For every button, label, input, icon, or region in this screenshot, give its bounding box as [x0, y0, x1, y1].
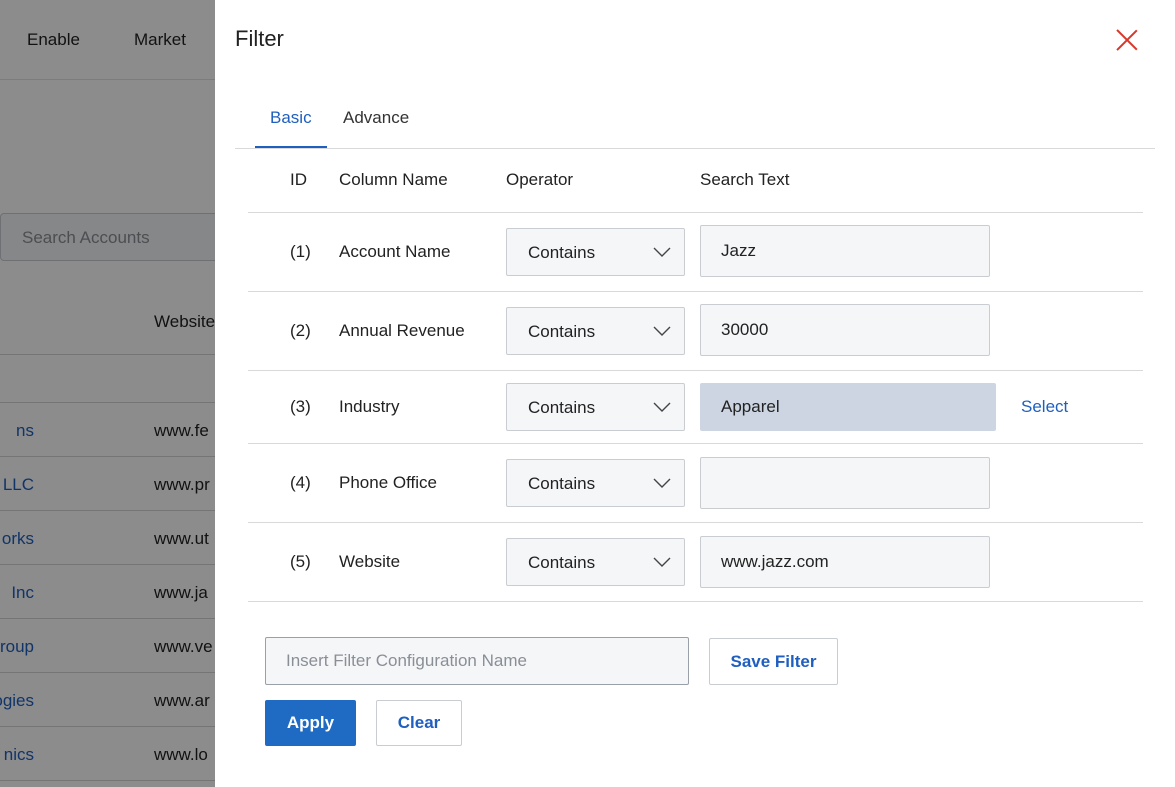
operator-value: Contains [528, 553, 596, 572]
filter-column-name: Phone Office [339, 473, 437, 492]
chevron-down-icon [653, 326, 671, 336]
industry-selected-value[interactable] [700, 383, 996, 431]
save-filter-button[interactable]: Save Filter [709, 638, 838, 685]
clear-button[interactable]: Clear [376, 700, 462, 746]
tab-basic[interactable]: Basic [255, 108, 327, 148]
id-header: ID [290, 170, 307, 189]
chevron-down-icon [653, 402, 671, 412]
operator-header: Operator [506, 170, 574, 189]
filter-row: (4) Phone Office Contains [248, 444, 1143, 523]
search-text-input[interactable] [700, 536, 990, 588]
modal-overlay[interactable] [0, 0, 215, 787]
filter-row: (5) Website Contains [248, 523, 1143, 602]
filter-id: (4) [290, 473, 311, 492]
tab-advance[interactable]: Advance [328, 108, 424, 148]
operator-select[interactable]: Contains [506, 459, 685, 507]
operator-value: Contains [528, 474, 596, 493]
close-icon[interactable] [1113, 26, 1141, 54]
search-text-input[interactable] [700, 225, 990, 277]
filter-config-name-input[interactable] [265, 637, 689, 685]
filter-row: (3) Industry Contains Select [248, 371, 1143, 444]
filter-id: (1) [290, 242, 311, 261]
apply-button[interactable]: Apply [265, 700, 356, 746]
panel-title: Filter [235, 26, 284, 51]
search-text-input[interactable] [700, 457, 990, 509]
filter-column-name: Account Name [339, 242, 451, 261]
filter-grid-header: ID Column Name Operator Search Text [248, 150, 1143, 213]
operator-value: Contains [528, 398, 596, 417]
operator-select[interactable]: Contains [506, 383, 685, 431]
chevron-down-icon [653, 478, 671, 488]
operator-value: Contains [528, 243, 596, 262]
filter-row: (2) Annual Revenue Contains [248, 292, 1143, 371]
operator-value: Contains [528, 322, 596, 341]
chevron-down-icon [653, 247, 671, 257]
filter-column-name: Industry [339, 397, 400, 416]
operator-select[interactable]: Contains [506, 538, 685, 586]
operator-select[interactable]: Contains [506, 228, 685, 276]
column-name-header: Column Name [339, 170, 448, 189]
operator-select[interactable]: Contains [506, 307, 685, 355]
filter-id: (5) [290, 552, 311, 571]
select-link[interactable]: Select [1021, 397, 1068, 417]
search-text-header: Search Text [700, 170, 790, 189]
search-text-input[interactable] [700, 304, 990, 356]
chevron-down-icon [653, 557, 671, 567]
filter-column-name: Website [339, 552, 401, 571]
filter-row: (1) Account Name Contains [248, 213, 1143, 292]
filter-tabs: Basic Advance [235, 96, 1155, 149]
filter-id: (3) [290, 397, 311, 416]
filter-column-name: Annual Revenue [339, 321, 465, 340]
filter-panel: Filter Basic Advance ID Column Name Oper… [215, 0, 1175, 787]
filter-id: (2) [290, 321, 311, 340]
